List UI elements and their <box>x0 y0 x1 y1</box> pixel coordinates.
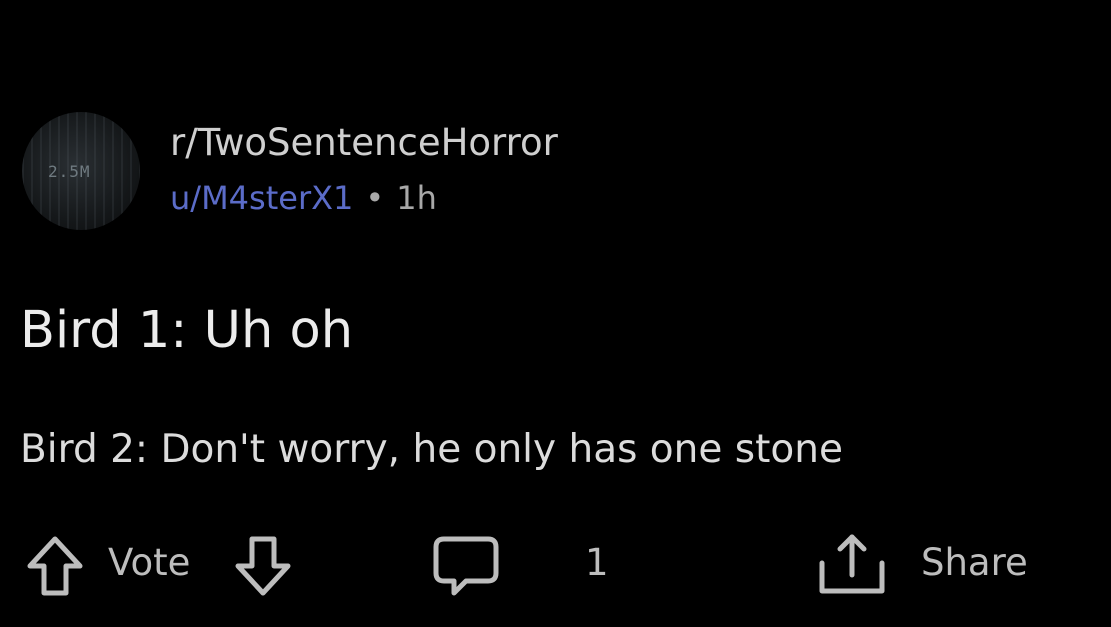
subreddit-avatar[interactable]: 2.5M <box>22 112 140 230</box>
separator-dot: • <box>365 179 385 217</box>
subreddit-link[interactable]: r/TwoSentenceHorror <box>170 118 558 168</box>
username-link[interactable]: u/M4sterX1 <box>170 179 353 217</box>
comment-icon[interactable] <box>430 533 502 599</box>
share-icon[interactable] <box>814 531 890 599</box>
post-body: Bird 2: Don't worry, he only has one sto… <box>20 427 843 472</box>
action-bar: Vote 1 Share <box>0 525 1111 605</box>
post-age: 1h <box>396 179 437 217</box>
comment-count: 1 <box>585 541 609 584</box>
vote-label: Vote <box>108 541 191 584</box>
share-button[interactable]: Share <box>921 539 1028 587</box>
downvote-icon[interactable] <box>232 533 294 599</box>
byline: u/M4sterX1 • 1h <box>170 176 558 220</box>
avatar-text: 2.5M <box>48 162 91 181</box>
upvote-icon[interactable] <box>24 533 86 599</box>
post-card: 2.5M r/TwoSentenceHorror u/M4sterX1 • 1h B… <box>0 0 1111 627</box>
post-meta: r/TwoSentenceHorror u/M4sterX1 • 1h <box>170 118 558 220</box>
post-title[interactable]: Bird 1: Uh oh <box>20 298 353 364</box>
